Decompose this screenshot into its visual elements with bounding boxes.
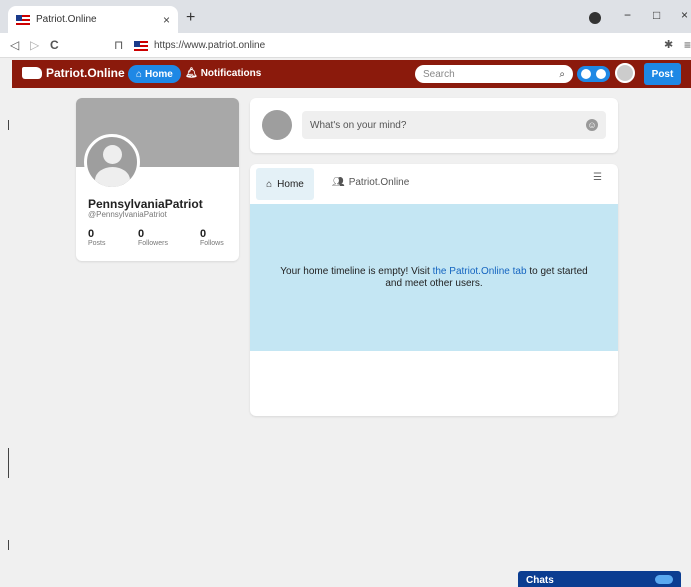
brand-name: Patriot.Online [46, 66, 125, 80]
profile-dot-icon[interactable] [589, 12, 601, 24]
address-bar: ◁ ▷ C ⊓ https://www.patriot.online ✱ ≡ [0, 33, 691, 58]
edge-mark [8, 120, 9, 130]
url-text: https://www.patriot.online [154, 40, 266, 51]
new-tab-icon[interactable]: + [186, 9, 195, 27]
menu-icon[interactable]: ≡ [684, 38, 691, 52]
user-avatar[interactable] [615, 63, 635, 83]
stat-label: Followers [138, 240, 168, 247]
minimize-icon[interactable]: − [624, 8, 631, 22]
profile-name[interactable]: PennsylvaniaPatriot [88, 197, 203, 211]
url-field[interactable]: https://www.patriot.online [134, 36, 584, 55]
flag-favicon-icon [16, 14, 30, 25]
chats-label: Chats [526, 575, 554, 586]
nav-home-label: Home [145, 68, 173, 80]
composer-input[interactable]: What's on your mind? ☺ [302, 111, 606, 139]
brand-logo[interactable]: Patriot.Online [22, 66, 125, 80]
stat-value: 0 [138, 228, 145, 240]
extensions-icon[interactable]: ✱ [664, 38, 673, 51]
stat-value: 0 [200, 228, 207, 240]
stat-label: Follows [200, 240, 224, 247]
nav-notifications-link[interactable]: 🔔︎ Notifications [185, 68, 261, 79]
stat-posts[interactable]: 0 Posts [88, 228, 106, 247]
browser-tabstrip: Patriot.Online × + − □ × [0, 0, 691, 33]
stat-follows[interactable]: 0 Follows [200, 228, 224, 247]
back-icon[interactable]: ◁ [10, 38, 19, 52]
nav-notifications-label: Notifications [200, 68, 262, 79]
emoji-icon[interactable]: ☺ [586, 119, 598, 131]
bell-icon: 🔔︎ [185, 68, 198, 79]
chat-toggle[interactable] [655, 575, 673, 584]
home-icon: ⌂ [266, 178, 273, 190]
empty-message-text: Your home timeline is empty! Visit the P… [278, 266, 590, 290]
timeline-card: ⌂ Home 👥︎ Patriot.Online ☰ Your home tim… [250, 164, 618, 416]
composer-avatar [262, 110, 292, 140]
profile-card: PennsylvaniaPatriot @PennsylvaniaPatriot… [76, 98, 239, 261]
site-flag-icon [134, 40, 148, 51]
composer-placeholder: What's on your mind? [310, 119, 407, 131]
usa-map-icon [22, 67, 42, 79]
tab-home[interactable]: ⌂ Home [256, 168, 314, 200]
home-icon: ⌂ [136, 68, 143, 80]
nav-home-button[interactable]: ⌂ Home [128, 65, 181, 83]
search-icon[interactable]: ⌕ [559, 69, 565, 80]
forward-icon[interactable]: ▷ [30, 38, 39, 52]
tab-home-label: Home [277, 178, 304, 190]
chats-bar[interactable]: Chats [518, 571, 681, 587]
users-icon: 👥︎ [332, 177, 345, 188]
browser-tab[interactable]: Patriot.Online × [8, 6, 178, 33]
theme-toggle[interactable] [577, 66, 610, 82]
empty-timeline-message: Your home timeline is empty! Visit the P… [250, 204, 618, 351]
search-box[interactable]: ⌕ [415, 65, 573, 83]
post-button[interactable]: Post [644, 63, 681, 85]
stat-label: Posts [88, 240, 106, 247]
stat-followers[interactable]: 0 Followers [138, 228, 168, 247]
app-navbar: Patriot.Online ⌂ Home 🔔︎ Notifications ⌕… [12, 60, 691, 88]
filter-settings-icon[interactable]: ☰ [593, 172, 602, 183]
empty-before: Your home timeline is empty! Visit [280, 265, 433, 277]
tab-patriot-online[interactable]: 👥︎ Patriot.Online [332, 177, 409, 188]
profile-handle: @PennsylvaniaPatriot [88, 210, 167, 219]
window-close-icon[interactable]: × [681, 8, 688, 22]
stat-value: 0 [88, 228, 95, 240]
reload-icon[interactable]: C [50, 38, 59, 52]
search-input[interactable] [423, 68, 560, 80]
tab-patriot-online-label: Patriot.Online [348, 177, 410, 188]
edge-mark [8, 540, 9, 550]
profile-avatar[interactable] [84, 134, 140, 190]
tab-title: Patriot.Online [36, 14, 97, 25]
tab-close-icon[interactable]: × [163, 13, 170, 27]
patriot-online-tab-link[interactable]: the Patriot.Online tab [433, 266, 527, 277]
post-composer: What's on your mind? ☺ [250, 98, 618, 153]
maximize-icon[interactable]: □ [653, 8, 660, 22]
edge-mark [8, 448, 9, 478]
bookmark-icon[interactable]: ⊓ [114, 38, 123, 52]
